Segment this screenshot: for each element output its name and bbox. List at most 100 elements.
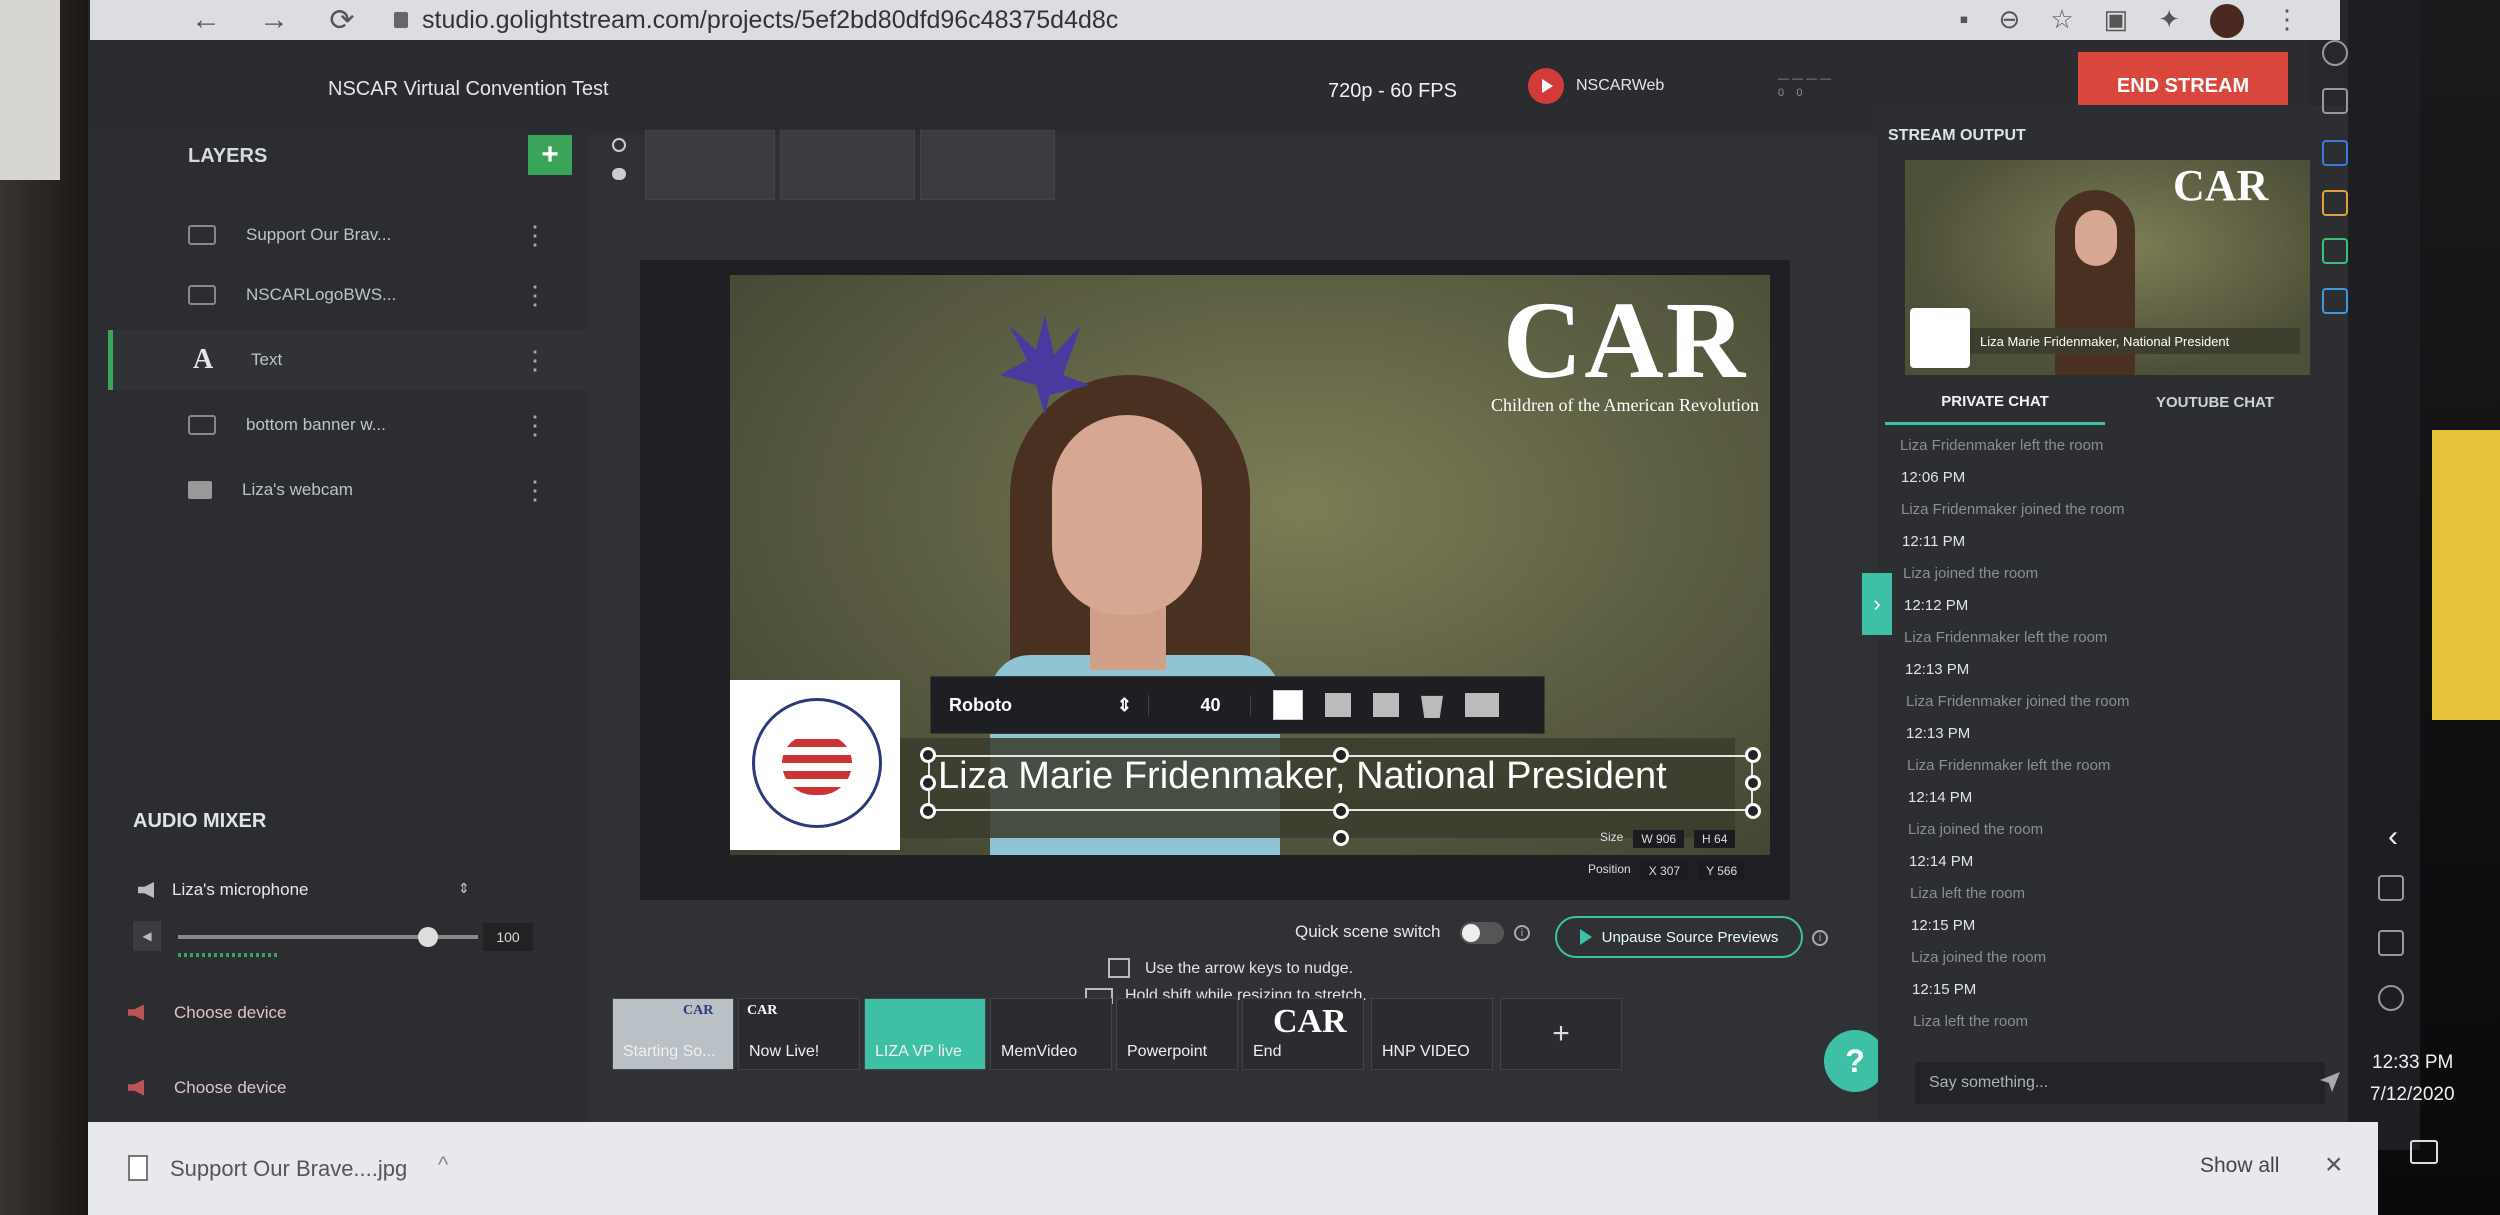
puzzle-icon[interactable]: ✦ [2158, 4, 2180, 38]
scene-thumbnail-active[interactable]: LIZA VP live [864, 998, 986, 1070]
notification-icon[interactable] [2410, 1140, 2438, 1164]
mic-selector[interactable]: Liza's microphone [138, 880, 308, 900]
source-tab-add-guest[interactable] [920, 130, 1055, 200]
network-icon[interactable] [2378, 930, 2404, 956]
scene-thumbnail[interactable]: Powerpoint [1116, 998, 1238, 1070]
kebab-menu-icon[interactable]: ⋮ [2274, 4, 2300, 38]
kebab-menu-icon[interactable]: ⋮ [522, 220, 548, 251]
font-select[interactable]: Roboto ⇕ [949, 694, 1149, 716]
extension-icon[interactable]: ▣ [2104, 4, 2129, 38]
chat-message: Liza Fridenmaker left the room [1900, 437, 2104, 454]
cloud-icon[interactable] [2378, 985, 2404, 1011]
layer-item[interactable]: NSCARLogoBWS... ⋮ [108, 265, 588, 325]
bring-forward-icon[interactable] [1325, 693, 1351, 717]
font-size-input[interactable]: 40 [1171, 694, 1251, 716]
forward-arrow-icon[interactable]: → [258, 3, 290, 37]
paw-flag-icon [782, 735, 852, 795]
scene-thumbnail[interactable]: CAR End [1242, 998, 1364, 1070]
taskbar-app-icon[interactable] [2322, 88, 2348, 114]
source-tab-webcam[interactable] [780, 130, 915, 200]
muted-speaker-icon[interactable] [128, 1004, 144, 1021]
kebab-menu-icon[interactable]: ⋮ [522, 280, 548, 311]
settings-gear-icon[interactable] [612, 138, 626, 152]
quick-scene-toggle[interactable] [1460, 922, 1504, 944]
camera-icon[interactable]: ▪ [1959, 4, 1968, 38]
system-date[interactable]: 7/12/2020 [2370, 1084, 2455, 1106]
stream-output-preview[interactable]: CAR Liza Marie Fridenmaker, National Pre… [1905, 160, 2310, 375]
info-icon[interactable]: i [1812, 930, 1828, 946]
resize-handle[interactable] [1745, 803, 1761, 819]
select-arrows-icon[interactable]: ⇕ [458, 880, 470, 897]
resize-handle[interactable] [1333, 747, 1349, 763]
scene-thumbnail[interactable]: CAR Starting So... [612, 998, 734, 1070]
volume-back-icon[interactable]: ◀ [133, 921, 161, 951]
size-width-value: 906 [1656, 832, 1677, 846]
car-logo[interactable]: CAR Children of the American Revolution [1470, 285, 1780, 416]
source-tab[interactable] [645, 130, 775, 200]
rotate-handle[interactable] [1333, 830, 1349, 846]
chat-input[interactable]: Say something... [1915, 1062, 2325, 1104]
tab-private-chat[interactable]: PRIVATE CHAT [1885, 380, 2105, 425]
resolution-label[interactable]: 720p - 60 FPS [1328, 80, 1457, 103]
resize-handle[interactable] [920, 775, 936, 791]
volume-slider-handle[interactable] [418, 927, 438, 947]
resize-handle[interactable] [1745, 775, 1761, 791]
resize-handle[interactable] [920, 747, 936, 763]
zoom-icon[interactable]: ⊖ [1999, 4, 2021, 38]
help-button[interactable]: ? [1824, 1030, 1886, 1092]
webcam-icon [188, 481, 212, 499]
channel-indicator[interactable]: NSCARWeb [1528, 68, 1664, 104]
close-icon[interactable]: × [2325, 1148, 2343, 1182]
layer-item[interactable]: bottom banner w... ⋮ [108, 395, 588, 455]
tab-youtube-chat[interactable]: YOUTUBE CHAT [2105, 380, 2325, 425]
trash-icon[interactable] [1421, 695, 1443, 718]
layer-item-selected[interactable]: A Text ⋮ [108, 330, 588, 390]
chevron-up-icon[interactable]: ^ [438, 1152, 448, 1178]
add-scene-button[interactable]: + [1500, 998, 1622, 1070]
edge-icon[interactable] [2322, 140, 2348, 166]
add-layer-button[interactable]: + [528, 135, 572, 175]
choose-device-button[interactable]: Choose device [128, 980, 578, 1045]
back-arrow-icon[interactable]: ← [190, 3, 222, 37]
position-y[interactable]: Y 566 [1698, 862, 1746, 880]
kebab-menu-icon[interactable]: ⋮ [522, 475, 548, 506]
chat-collapse-button[interactable]: › [1862, 573, 1892, 635]
size-width[interactable]: W 906 [1633, 830, 1685, 848]
layer-item[interactable]: Support Our Brav... ⋮ [108, 205, 588, 265]
choose-device-button[interactable]: Choose device [128, 1055, 578, 1120]
volume-value[interactable]: 100 [483, 923, 533, 951]
battery-icon[interactable] [2378, 875, 2404, 901]
chat-bubble-icon[interactable] [612, 168, 626, 180]
profile-avatar[interactable] [2210, 4, 2244, 38]
scene-thumbnail[interactable]: HNP VIDEO [1371, 998, 1493, 1070]
send-backward-icon[interactable] [1373, 693, 1399, 717]
sliders-icon[interactable] [1465, 693, 1499, 717]
system-time[interactable]: 12:33 PM [2372, 1052, 2453, 1074]
info-icon[interactable]: i [1514, 925, 1530, 941]
chrome-icon[interactable] [2322, 238, 2348, 264]
support-badge-image[interactable] [730, 680, 900, 850]
text-color-swatch[interactable] [1273, 690, 1303, 720]
resize-handle[interactable] [1333, 803, 1349, 819]
kebab-menu-icon[interactable]: ⋮ [522, 410, 548, 441]
download-filename[interactable]: Support Our Brave....jpg [170, 1156, 407, 1182]
address-bar[interactable]: studio.golightstream.com/projects/5ef2bd… [394, 6, 1118, 35]
speaker-icon[interactable] [138, 882, 154, 898]
resize-handle[interactable] [920, 803, 936, 819]
scene-thumbnail[interactable]: CAR Now Live! [738, 998, 860, 1070]
layer-item[interactable]: Liza's webcam ⋮ [108, 460, 588, 520]
resize-handle[interactable] [1745, 747, 1761, 763]
reload-icon[interactable]: ⟳ [326, 3, 358, 38]
circle-icon[interactable] [2322, 40, 2348, 66]
kebab-menu-icon[interactable]: ⋮ [522, 345, 548, 376]
scene-thumbnail[interactable]: MemVideo [990, 998, 1112, 1070]
chevron-left-icon[interactable]: ‹ [2388, 820, 2398, 854]
muted-speaker-icon[interactable] [128, 1079, 144, 1096]
position-x[interactable]: X 307 [1640, 862, 1689, 880]
store-icon[interactable] [2322, 288, 2348, 314]
size-height[interactable]: H 64 [1694, 830, 1736, 848]
star-icon[interactable]: ☆ [2050, 4, 2073, 38]
show-all-button[interactable]: Show all [2200, 1154, 2279, 1178]
unpause-previews-button[interactable]: Unpause Source Previews [1555, 916, 1803, 958]
folder-icon[interactable] [2322, 190, 2348, 216]
